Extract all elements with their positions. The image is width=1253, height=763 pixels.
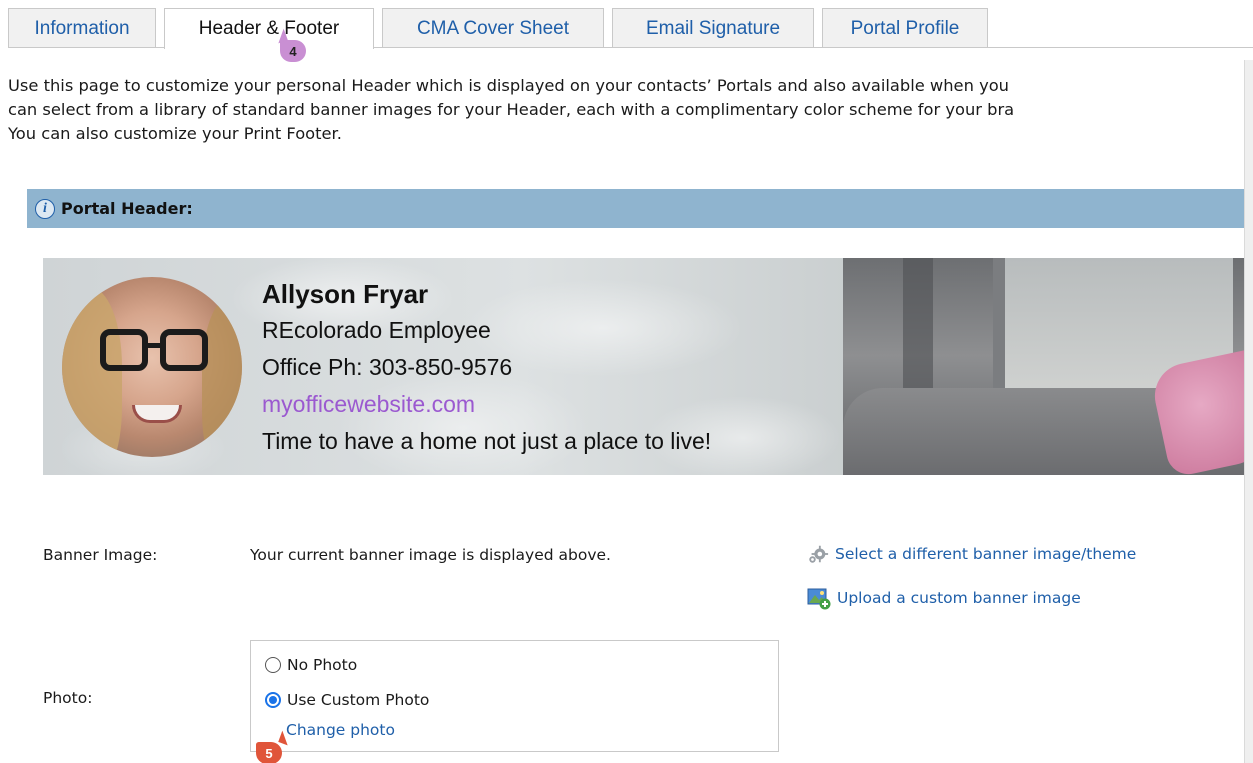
select-banner-link[interactable]: Select a different banner image/theme [807,543,1136,565]
banner-image-description: Your current banner image is displayed a… [250,546,611,564]
banner-room-image [843,258,1244,475]
agent-phone: Office Ph: 303-850-9576 [262,354,513,380]
step-badge-5: 5 [256,742,282,763]
upload-banner-link-label: Upload a custom banner image [837,589,1081,607]
section-title: Portal Header: [61,199,193,218]
no-photo-radio[interactable] [265,657,281,673]
lens-left [100,329,148,371]
vertical-scrollbar[interactable] [1244,60,1253,763]
photo-options-box: No Photo Use Custom Photo Change photo [250,640,779,752]
glasses-bridge [146,343,162,348]
tab-portal-profile[interactable]: Portal Profile [822,8,988,48]
intro-text: Use this page to customize your personal… [8,74,1244,146]
photo-label: Photo: [43,689,93,707]
info-icon[interactable]: i [35,198,55,219]
agent-name: Allyson Fryar [262,279,429,309]
no-photo-option[interactable]: No Photo [265,656,357,674]
intro-line-2: can select from a library of standard ba… [8,100,1015,119]
custom-photo-radio[interactable] [265,692,281,708]
tab-information[interactable]: Information [8,8,156,48]
agent-tagline: Time to have a home not just a place to … [262,428,712,454]
image-upload-icon [807,588,831,610]
gear-icon [809,545,829,563]
banner-preview: Allyson Fryar REcolorado Employee Office… [43,258,1244,475]
tab-header-footer[interactable]: Header & Footer [164,8,374,49]
tab-cma-cover-sheet[interactable]: CMA Cover Sheet [382,8,604,48]
lens-right [160,329,208,371]
intro-line-1: Use this page to customize your personal… [8,76,1009,95]
intro-line-3: You can also customize your Print Footer… [8,124,342,143]
select-banner-link-label: Select a different banner image/theme [835,545,1137,563]
custom-photo-option[interactable]: Use Custom Photo [265,691,429,709]
glasses-shape [100,329,210,373]
no-photo-label: No Photo [287,656,358,674]
upload-banner-link[interactable]: Upload a custom banner image [807,586,1081,610]
tab-email-signature[interactable]: Email Signature [612,8,814,48]
change-photo-link[interactable]: Change photo [286,721,395,739]
custom-photo-label: Use Custom Photo [287,691,430,709]
agent-info: Allyson Fryar REcolorado Employee Office… [262,276,711,460]
step-badge-4: 4 [280,40,306,62]
agent-website[interactable]: myofficewebsite.com [262,386,711,423]
smile-shape [132,405,182,423]
banner-image-label: Banner Image: [43,546,158,564]
agent-photo [62,277,242,457]
portal-header-section: i Portal Header: [27,189,1244,228]
agent-title: REcolorado Employee [262,317,491,343]
tab-bar: Information Header & Footer CMA Cover Sh… [0,0,1253,49]
hair-right [202,297,242,457]
